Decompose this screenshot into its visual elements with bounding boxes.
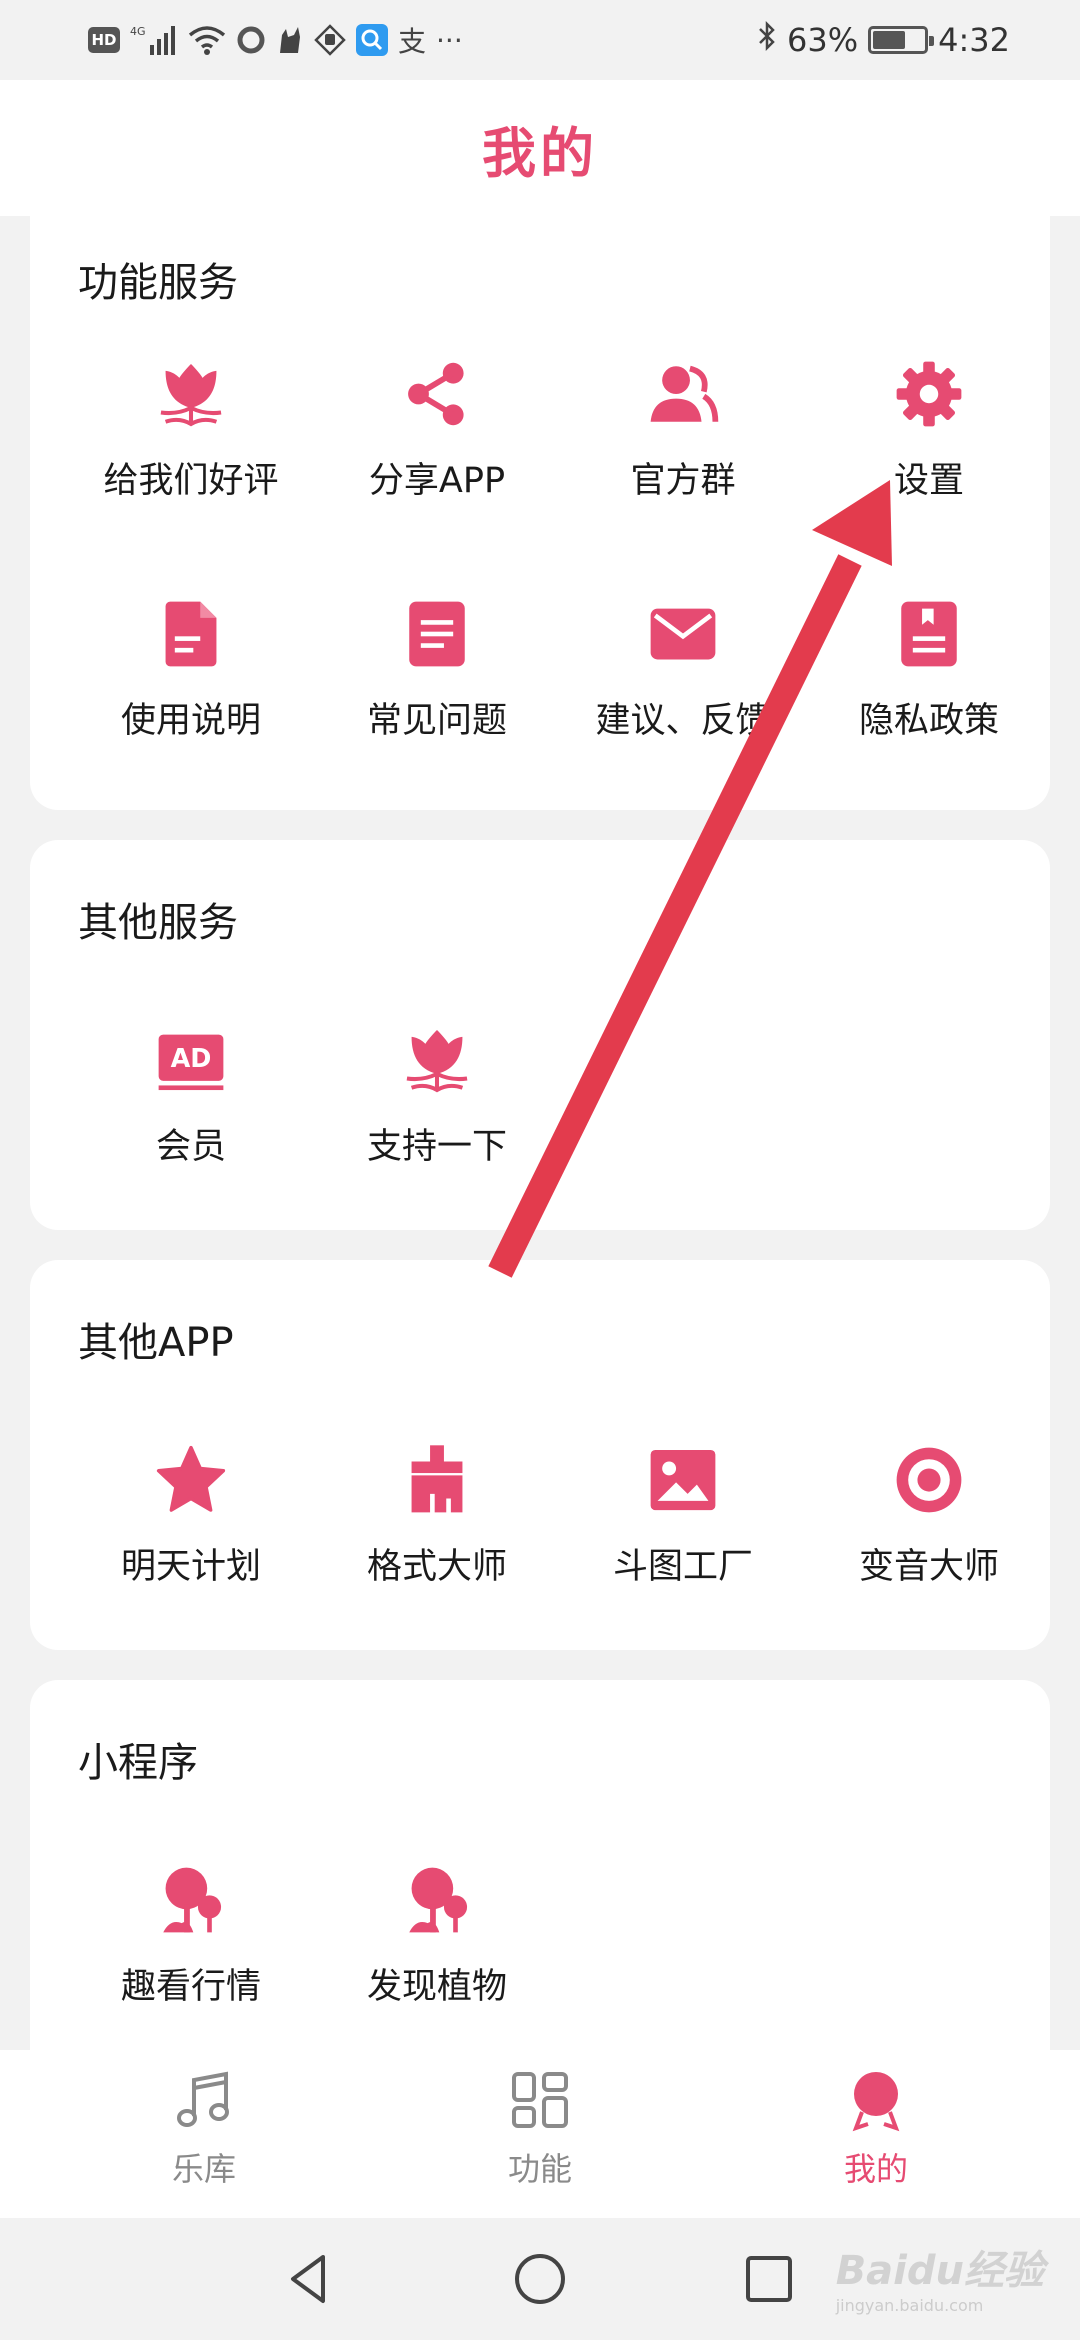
battery-icon [868,26,935,54]
faq-label: 常见问题 [366,701,507,741]
nav-label: 我的 [843,2150,908,2188]
recent-apps-icon[interactable] [734,2244,804,2314]
official-group-label: 官方群 [630,461,736,501]
card-other-services: 其他服务 AD 会员 支持一下 [30,840,1050,1230]
membership-button[interactable]: AD 会员 [68,1020,314,1220]
share-app-label: 分享APP [368,461,506,501]
group-icon [643,354,723,434]
settings-button[interactable]: 设置 [806,354,1052,554]
share-icon [397,354,477,434]
more-notifications-icon: ··· [436,23,463,57]
system-navigation-bar: Baidu经验 jingyan.baidu.com [0,2218,1080,2340]
official-group-button[interactable]: 官方群 [560,354,806,554]
meme-factory-label: 斗图工厂 [612,1547,753,1587]
cat-icon [276,25,304,55]
watermark-url: jingyan.baidu.com [835,2296,984,2315]
card-mini-programs: 小程序 趣看行情 发现植物 [30,1680,1050,2050]
bottom-navigation: 乐库 功能 我的 [0,2050,1080,2218]
feedback-button[interactable]: 建议、反馈 [560,594,806,794]
status-bar: HD 4G 支 ··· 63% 4:32 [0,0,1080,80]
share-app-button[interactable]: 分享APP [314,354,560,554]
mail-icon [643,594,723,674]
nav-tab-functions[interactable]: 功能 [440,2068,640,2208]
search-app-icon [356,24,388,56]
home-icon[interactable] [505,2244,575,2314]
battery-percent: 63% [787,21,859,59]
bluetooth-icon [757,20,777,60]
voice-changer-label: 变音大师 [858,1547,999,1587]
faq-icon [397,594,477,674]
section-title: 其他APP [78,1320,234,1366]
privacy-policy-button[interactable]: 隐私政策 [806,594,1052,794]
feedback-label: 建议、反馈 [595,701,771,741]
tulip-icon [397,1020,477,1100]
section-title: 小程序 [78,1740,198,1786]
app-header: 我的 [0,80,1080,216]
market-watch-mini-program-button[interactable]: 趣看行情 [68,1860,314,2050]
rate-us-button[interactable]: 给我们好评 [68,354,314,554]
page-title: 我的 [482,121,598,185]
battery-fill [873,31,906,49]
hand-icon [314,24,346,56]
profile-icon [852,2072,900,2132]
target-icon [889,1440,969,1520]
faq-button[interactable]: 常见问题 [314,594,560,794]
support-button[interactable]: 支持一下 [314,1020,560,1220]
privacy-book-icon [889,594,969,674]
card-other-apps: 其他APP 明天计划 格式大师 斗图工厂 变音大师 [30,1260,1050,1650]
ad-icon: AD [151,1020,231,1100]
music-note-icon [177,2071,229,2127]
membership-label: 会员 [155,1127,226,1167]
market-watch-label: 趣看行情 [120,1967,261,2007]
nav-tab-music-library[interactable]: 乐库 [104,2068,304,2208]
baidu-watermark: Baidu经验 jingyan.baidu.com [836,2238,1044,2315]
svg-text:AD: AD [171,1043,212,1073]
watermark-brand: Baidu经验 [835,2248,1044,2294]
status-right: 63% 4:32 [757,18,1010,62]
cellular-signal-icon: 4G [130,23,178,57]
tomorrow-plan-app-button[interactable]: 明天计划 [68,1440,314,1640]
hd-badge: HD [88,27,120,53]
nav-tab-mine[interactable]: 我的 [776,2068,976,2208]
brush-icon [397,1440,477,1520]
settings-label: 设置 [893,461,964,501]
nav-label: 乐库 [171,2150,236,2188]
document-icon [151,594,231,674]
alipay-icon: 支 [398,25,427,58]
rate-us-label: 给我们好评 [103,461,279,501]
section-title: 其他服务 [78,900,238,946]
svg-text:4G: 4G [130,25,146,38]
card-function-services: 功能服务 给我们好评 分享APP 官方群 设置 使用说明 常见问题 建议、反馈 [30,216,1050,810]
instructions-button[interactable]: 使用说明 [68,594,314,794]
section-title: 功能服务 [78,260,238,306]
format-master-label: 格式大师 [366,1547,507,1587]
tulip-icon [151,354,231,434]
support-label: 支持一下 [366,1127,507,1167]
meme-factory-app-button[interactable]: 斗图工厂 [560,1440,806,1640]
image-icon [643,1440,723,1520]
grid-icon [512,2072,568,2128]
privacy-policy-label: 隐私政策 [858,701,999,741]
nav-label: 功能 [507,2150,572,2188]
wifi-icon [188,24,226,56]
tomorrow-plan-label: 明天计划 [120,1547,261,1587]
back-icon[interactable] [274,2244,344,2314]
status-left: HD 4G 支 ··· [88,18,463,62]
instructions-label: 使用说明 [120,701,261,741]
voice-changer-app-button[interactable]: 变音大师 [806,1440,1052,1640]
content-scroll[interactable]: 功能服务 给我们好评 分享APP 官方群 设置 使用说明 常见问题 建议、反馈 [0,216,1080,2050]
gear-icon [889,354,969,434]
ring-icon [236,25,266,55]
discover-plants-mini-program-button[interactable]: 发现植物 [314,1860,560,2050]
star-icon [151,1440,231,1520]
clock: 4:32 [938,21,1010,59]
tree-icon [151,1860,231,1940]
tree-icon [397,1860,477,1940]
format-master-app-button[interactable]: 格式大师 [314,1440,560,1640]
discover-plants-label: 发现植物 [366,1967,507,2007]
